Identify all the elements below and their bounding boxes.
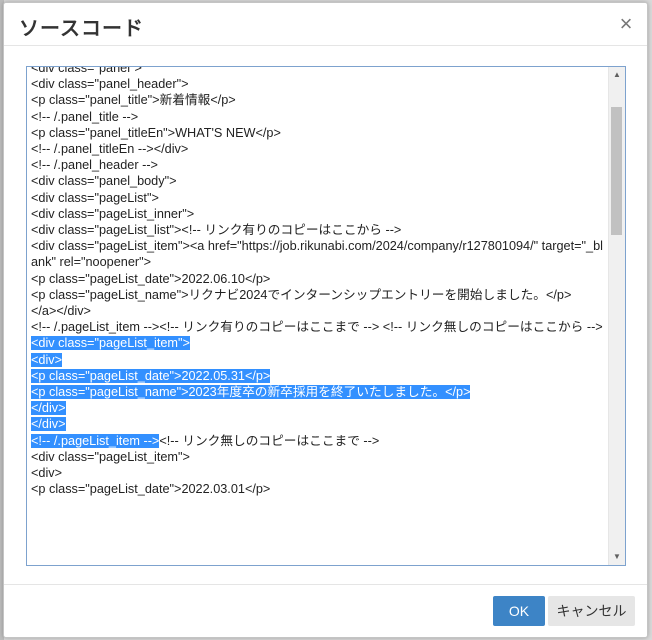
selected-code-text: <p class="pageList_date">2022.05.31</p>: [31, 368, 271, 383]
code-text: <div class="pageList_inner">: [31, 206, 195, 221]
selected-code-text: </div>: [31, 417, 66, 432]
code-text: <div class="pageList_item"><a href="http…: [31, 239, 603, 270]
source-code-dialog: ソースコード × <div class="panel"> <div class="…: [3, 2, 648, 638]
code-line: <div class="pageList_inner">: [31, 206, 608, 222]
close-icon[interactable]: ×: [615, 13, 637, 35]
code-line: <div class="pageList_item">: [31, 335, 608, 351]
selected-code-text: <!-- /.pageList_item -->: [31, 433, 160, 448]
code-text: <p class="panel_title">新着情報</p>: [31, 93, 236, 108]
selected-code-text: </div>: [31, 401, 66, 416]
code-line: <p class="pageList_date">2022.05.31</p>: [31, 368, 608, 384]
selected-code-text: <p class="pageList_name">2023年度卒の新卒採用を終了…: [31, 385, 471, 400]
code-line: <div class="pageList_item"><a href="http…: [31, 238, 608, 270]
code-line: <div class="panel">: [31, 66, 608, 76]
scroll-down-arrow-icon[interactable]: ▼: [609, 549, 625, 565]
code-line: <div class="pageList_item">: [31, 449, 608, 465]
code-line: <div class="pageList">: [31, 190, 608, 206]
code-text: <!-- /.pageList_item --><!-- リンク有りのコピーはこ…: [31, 320, 603, 335]
scrollbar-thumb[interactable]: [611, 107, 622, 235]
code-text: <!-- リンク無しのコピーはここまで -->: [159, 433, 380, 448]
dialog-title: ソースコード: [19, 18, 144, 40]
code-text: <div class="panel">: [31, 66, 142, 75]
code-line: <!-- /.pageList_item --><!-- リンク有りのコピーはこ…: [31, 319, 608, 335]
selected-code-text: <div>: [31, 352, 63, 367]
code-text: <p class="pageList_date">2022.06.10</p>: [31, 271, 271, 286]
code-text: </a></div>: [31, 304, 91, 319]
code-text: <div class="pageList_item">: [31, 449, 190, 464]
code-line: <div class="pageList_list"><!-- リンク有りのコピ…: [31, 222, 608, 238]
code-line: <p class="pageList_name">2023年度卒の新卒採用を終了…: [31, 384, 608, 400]
code-line: <p class="pageList_name">リクナビ2024でインターンシ…: [31, 287, 608, 303]
selected-code-text: <div class="pageList_item">: [31, 336, 190, 351]
code-text: <div class="pageList">: [31, 190, 159, 205]
code-text: <p class="pageList_date">2022.03.01</p>: [31, 482, 271, 497]
code-line: <p class="panel_title">新着情報</p>: [31, 92, 608, 108]
code-line: <p class="pageList_date">2022.06.10</p>: [31, 271, 608, 287]
code-text: <!-- /.panel_titleEn --></div>: [31, 142, 189, 157]
code-line: </a></div>: [31, 303, 608, 319]
dialog-titlebar: ソースコード ×: [4, 3, 647, 46]
ok-button[interactable]: OK: [493, 596, 545, 626]
cancel-button[interactable]: キャンセル: [548, 596, 635, 626]
code-line: </div>: [31, 400, 608, 416]
code-text: <p class="panel_titleEn">WHAT'S NEW</p>: [31, 125, 281, 140]
source-code-content[interactable]: <div class="panel"> <div class="panel_hea…: [31, 66, 608, 497]
code-line: <div>: [31, 465, 608, 481]
code-text: <div class="pageList_list"><!-- リンク有りのコピ…: [31, 223, 402, 238]
source-code-textarea[interactable]: <div class="panel"> <div class="panel_hea…: [26, 66, 626, 566]
code-line: <div class="panel_header">: [31, 76, 608, 92]
code-text: <div class="panel_body">: [31, 174, 177, 189]
dialog-footer: OK キャンセル: [4, 584, 647, 637]
code-line: <div class="panel_body">: [31, 173, 608, 189]
code-line: <!-- /.panel_titleEn --></div>: [31, 141, 608, 157]
code-line: <!-- /.panel_header -->: [31, 157, 608, 173]
code-line: <!-- /.pageList_item --><!-- リンク無しのコピーはこ…: [31, 433, 608, 449]
vertical-scrollbar[interactable]: ▲ ▼: [608, 67, 625, 565]
code-text: <div>: [31, 466, 63, 481]
code-line: <p class="panel_titleEn">WHAT'S NEW</p>: [31, 125, 608, 141]
code-text: <div class="panel_header">: [31, 77, 189, 92]
code-text: <!-- /.panel_title -->: [31, 109, 139, 124]
code-line: </div>: [31, 416, 608, 432]
code-text: <!-- /.panel_header -->: [31, 158, 158, 173]
code-line: <!-- /.panel_title -->: [31, 109, 608, 125]
code-text: <p class="pageList_name">リクナビ2024でインターンシ…: [31, 287, 572, 302]
scroll-up-arrow-icon[interactable]: ▲: [609, 67, 625, 83]
code-line: <p class="pageList_date">2022.03.01</p>: [31, 481, 608, 497]
code-line: <div>: [31, 352, 608, 368]
